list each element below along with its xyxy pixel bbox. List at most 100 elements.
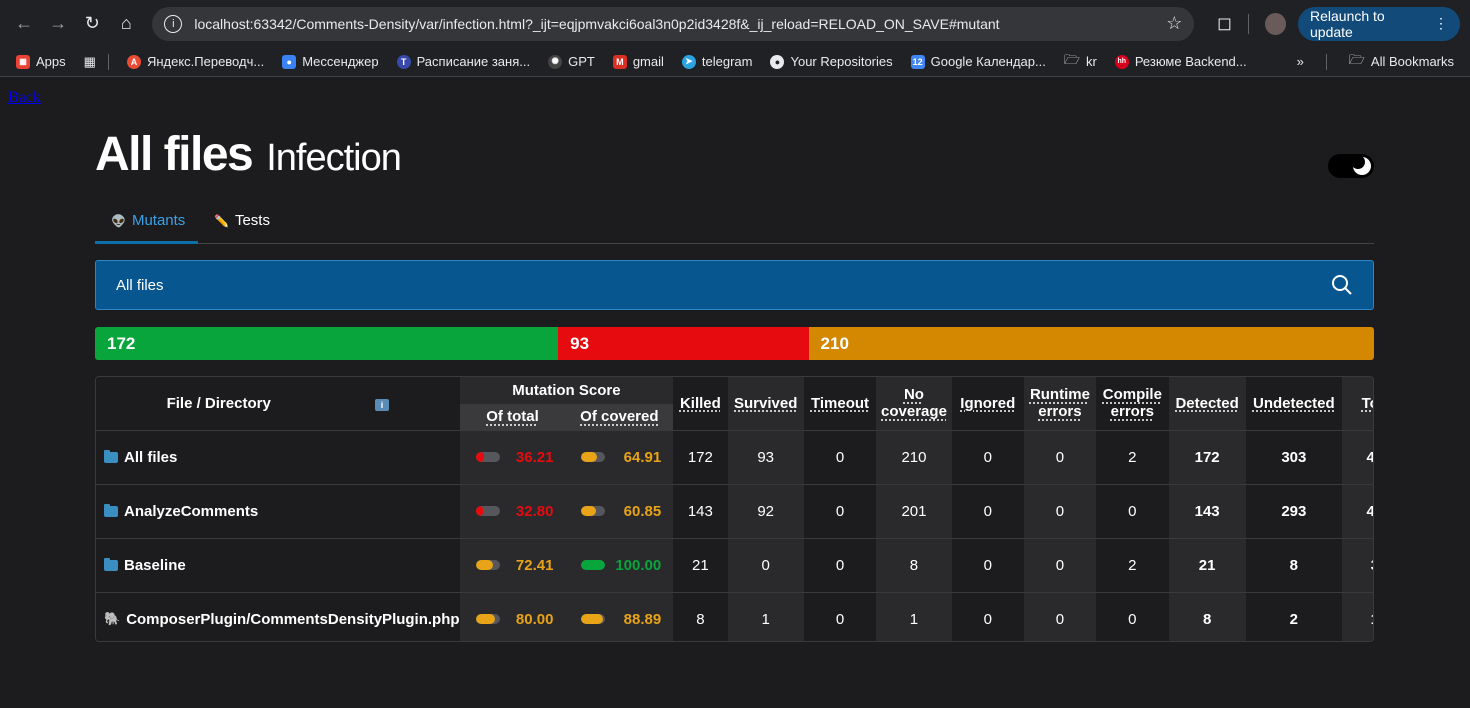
cell-detected: 21	[1168, 537, 1246, 592]
bookmark-schedule[interactable]: T Расписание заня...	[396, 54, 530, 69]
ignored-header[interactable]: Ignored	[951, 377, 1024, 430]
compile-errors-header[interactable]: Compile errors	[1096, 377, 1169, 430]
file-directory-header[interactable]: File / Directory i	[96, 377, 460, 430]
tab-bar: 👽 Mutants ✏️ Tests	[95, 197, 1374, 244]
cell-total: 10	[1341, 591, 1373, 641]
bookmark-yandex[interactable]: A Яндекс.Переводч...	[126, 54, 264, 69]
metrics-table-container[interactable]: File / Directory i Mutation Score Killed…	[95, 376, 1374, 642]
bookmark-hh[interactable]: hh Резюме Backend...	[1114, 54, 1247, 69]
report-page: Back All files Infection 👽 Mutants ✏️ Te…	[0, 77, 1470, 708]
of-covered-header[interactable]: Of covered	[565, 404, 674, 430]
cell-no-coverage: 8	[876, 537, 952, 592]
cell-survived: 1	[727, 591, 804, 641]
cell-survived: 93	[727, 429, 804, 484]
table-row[interactable]: AnalyzeComments 32.80 60.85 143 92 0 201 0 0 0 143…	[96, 483, 1373, 538]
address-bar[interactable]: i localhost:63342/Comments-Density/var/i…	[152, 6, 1195, 41]
apps-grid-icon: ▦	[16, 54, 30, 69]
page-subtitle: Infection	[266, 137, 402, 179]
cell-compile-errors: 2	[1096, 537, 1169, 592]
forward-arrow-icon[interactable]: →	[44, 9, 72, 39]
score-of-total: 32.80	[460, 503, 566, 520]
breadcrumb-search-bar[interactable]: All files	[95, 260, 1374, 310]
progress-survived-value: 93	[570, 333, 590, 353]
cell-detected: 8	[1168, 591, 1246, 641]
runtime-errors-header[interactable]: Runtime errors	[1023, 377, 1097, 430]
cell-timeout: 0	[803, 483, 877, 538]
breadcrumb: All files	[116, 276, 164, 294]
cell-undetected: 8	[1245, 537, 1342, 592]
profile-avatar[interactable]	[1265, 12, 1286, 35]
file-link[interactable]: 🐘 ComposerPlugin/CommentsDensityPlugin.ph…	[96, 593, 460, 642]
all-bookmarks-folder[interactable]: 🗁 All Bookmarks	[1349, 51, 1454, 73]
file-link[interactable]: AnalyzeComments	[96, 485, 460, 538]
bookmark-gpt[interactable]: ✺ GPT	[548, 54, 595, 69]
progress-no-coverage-value: 210	[820, 333, 849, 353]
score-pill	[475, 560, 500, 570]
folder-icon	[104, 557, 118, 571]
cell-no-coverage: 1	[876, 591, 952, 641]
reload-icon[interactable]: ↻	[78, 9, 106, 39]
tab-mutants[interactable]: 👽 Mutants	[95, 197, 198, 244]
score-pill	[475, 452, 500, 462]
bookmark-label: Резюме Backend...	[1134, 54, 1247, 69]
bookmark-label: Мессенджер	[302, 54, 379, 69]
file-name: Baseline	[124, 556, 186, 574]
file-link[interactable]: Baseline	[96, 539, 460, 592]
of-total-header[interactable]: Of total	[459, 404, 566, 430]
tab-tests[interactable]: ✏️ Tests	[198, 197, 286, 244]
file-name: ComposerPlugin/CommentsDensityPlugin.php	[126, 610, 460, 628]
score-of-total: 80.00	[460, 611, 566, 628]
cell-undetected: 2	[1245, 591, 1342, 641]
timeout-header[interactable]: Timeout	[803, 377, 877, 430]
back-link[interactable]: Back	[8, 89, 41, 107]
score-value: 36.21	[515, 448, 554, 466]
progress-segment-no-coverage: 210	[808, 327, 1374, 360]
bookmark-gmail[interactable]: M gmail	[612, 54, 664, 69]
info-icon[interactable]: i	[374, 398, 389, 411]
score-pill	[581, 506, 606, 516]
cell-killed: 8	[673, 591, 728, 641]
bookmark-messenger[interactable]: ● Мессенджер	[282, 54, 379, 69]
cell-ignored: 0	[951, 537, 1024, 592]
cell-compile-errors: 0	[1096, 591, 1169, 641]
score-of-total: 72.41	[460, 557, 566, 574]
cell-total: 436	[1341, 483, 1373, 538]
cell-killed: 172	[673, 429, 728, 484]
bookmark-apps[interactable]: ▦ Apps	[16, 54, 66, 69]
bookmark-google-calendar[interactable]: 12 Google Календар...	[910, 54, 1046, 69]
killed-header[interactable]: Killed	[673, 377, 728, 430]
bookmark-kr[interactable]: 🗁 kr	[1064, 51, 1097, 73]
score-value: 100.00	[615, 556, 662, 574]
theme-toggle[interactable]	[1328, 154, 1374, 178]
folder-outline-icon: 🗁	[1063, 51, 1080, 67]
extensions-icon[interactable]: ◻	[1210, 9, 1238, 39]
bookmark-github[interactable]: ● Your Repositories	[770, 54, 893, 69]
back-arrow-icon[interactable]: ←	[10, 9, 38, 39]
cell-runtime-errors: 0	[1023, 591, 1097, 641]
more-bookmarks-chevron-icon[interactable]: »	[1297, 54, 1304, 69]
bookmark-label: kr	[1085, 54, 1097, 69]
table-row[interactable]: All files36.2164.91172930210002172303477	[96, 429, 1373, 484]
bookmark-telegram[interactable]: ➤ telegram	[681, 54, 752, 69]
tab-groups-icon[interactable]: ▦	[84, 54, 96, 70]
search-icon[interactable]	[1331, 274, 1353, 296]
file-link[interactable]: All files	[96, 431, 460, 484]
score-pill	[581, 452, 606, 462]
relaunch-button[interactable]: Relaunch to update ⋮	[1298, 6, 1461, 41]
home-icon[interactable]: ⌂	[112, 9, 140, 39]
table-row[interactable]: 🐘 ComposerPlugin/CommentsDensityPlugin.ph…	[96, 591, 1373, 642]
url-text[interactable]: localhost:63342/Comments-Density/var/inf…	[194, 16, 1166, 32]
php-icon: 🐘	[104, 611, 121, 626]
messenger-icon: ●	[282, 54, 297, 69]
total-header[interactable]: Total	[1341, 377, 1373, 430]
yandex-translate-icon: A	[126, 54, 141, 69]
bookmark-star-icon[interactable]: ☆	[1166, 13, 1182, 34]
cell-no-coverage: 210	[876, 429, 952, 484]
survived-header[interactable]: Survived	[727, 377, 804, 430]
no-coverage-header[interactable]: No coverage	[876, 377, 952, 430]
undetected-header[interactable]: Undetected	[1245, 377, 1342, 430]
table-row[interactable]: Baseline72.41100.002100800221831	[96, 537, 1373, 592]
all-bookmarks-label: All Bookmarks	[1370, 54, 1454, 69]
detected-header[interactable]: Detected	[1168, 377, 1246, 430]
site-info-icon[interactable]: i	[164, 14, 183, 33]
